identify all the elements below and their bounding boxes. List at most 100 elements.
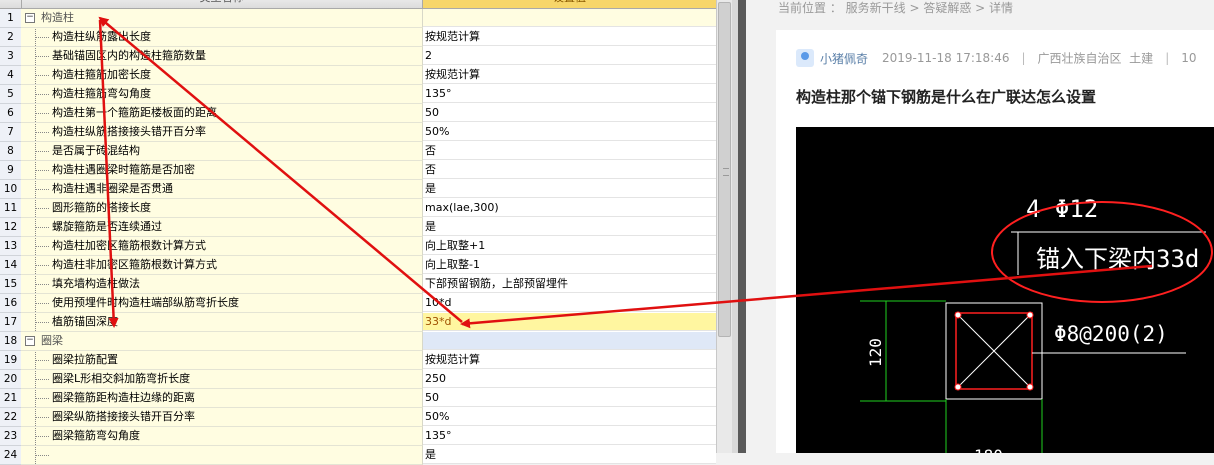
row-name-cell[interactable]: − 圈梁 bbox=[21, 332, 423, 351]
row-number[interactable]: 21 bbox=[0, 389, 22, 408]
row-number[interactable]: 13 bbox=[0, 237, 22, 256]
row-name-cell[interactable]: 构造柱纵筋露出长度 bbox=[21, 28, 423, 47]
row-value-cell[interactable]: max(lae,300) bbox=[423, 199, 716, 217]
header-name[interactable]: 类型名称 bbox=[21, 0, 423, 8]
header-value[interactable]: 设置值 bbox=[423, 0, 716, 8]
table-row[interactable]: 23 圈梁箍筋弯勾角度 135° bbox=[0, 427, 716, 446]
row-number[interactable]: 2 bbox=[0, 28, 22, 47]
row-name-cell[interactable]: 圈梁箍筋弯勾角度 bbox=[21, 427, 423, 446]
table-row[interactable]: 14 构造柱非加密区箍筋根数计算方式 向上取整-1 bbox=[0, 256, 716, 275]
row-number[interactable]: 20 bbox=[0, 370, 22, 389]
row-name-cell[interactable]: 使用预埋件时构造柱端部纵筋弯折长度 bbox=[21, 294, 423, 313]
table-row[interactable]: 22 圈梁纵筋搭接接头错开百分率 50% bbox=[0, 408, 716, 427]
row-value-cell[interactable]: 50 bbox=[423, 389, 716, 407]
vertical-scrollbar[interactable] bbox=[716, 0, 733, 453]
row-name-cell[interactable]: 填充墙构造柱做法 bbox=[21, 275, 423, 294]
row-value-cell[interactable]: 135° bbox=[423, 85, 716, 103]
row-value-cell[interactable]: 50% bbox=[423, 408, 716, 426]
scrollbar-thumb[interactable] bbox=[718, 2, 731, 337]
table-row[interactable]: 13 构造柱加密区箍筋根数计算方式 向上取整+1 bbox=[0, 237, 716, 256]
row-value-cell[interactable] bbox=[423, 9, 716, 27]
row-number[interactable]: 24 bbox=[0, 446, 22, 465]
table-row[interactable]: 12 螺旋箍筋是否连续通过 是 bbox=[0, 218, 716, 237]
row-value-cell[interactable]: 按规范计算 bbox=[423, 66, 716, 84]
row-value-cell[interactable]: 是 bbox=[423, 446, 716, 464]
row-name-cell[interactable]: − 构造柱 bbox=[21, 9, 423, 28]
row-number[interactable]: 18 bbox=[0, 332, 22, 351]
row-name-cell[interactable]: 圈梁纵筋搭接接头错开百分率 bbox=[21, 408, 423, 427]
row-value-cell[interactable]: 下部预留钢筋，上部预留埋件 bbox=[423, 275, 716, 293]
row-name-cell[interactable]: 构造柱遇非圈梁是否贯通 bbox=[21, 180, 423, 199]
row-name-cell[interactable]: 构造柱纵筋搭接接头错开百分率 bbox=[21, 123, 423, 142]
table-row[interactable]: 24 是 bbox=[0, 446, 716, 465]
row-name-cell[interactable]: 基础锚固区内的构造柱箍筋数量 bbox=[21, 47, 423, 66]
minus-box-icon[interactable]: − bbox=[25, 13, 35, 23]
row-value-cell[interactable]: 否 bbox=[423, 161, 716, 179]
row-name-cell[interactable]: 构造柱第一个箍筋距楼板面的距离 bbox=[21, 104, 423, 123]
row-number[interactable]: 22 bbox=[0, 408, 22, 427]
author-name[interactable]: 小猪佩奇 bbox=[820, 52, 868, 66]
row-name-cell[interactable]: 圆形箍筋的搭接长度 bbox=[21, 199, 423, 218]
group-row[interactable]: 1− 构造柱 bbox=[0, 9, 716, 28]
row-number[interactable]: 6 bbox=[0, 104, 22, 123]
breadcrumb[interactable]: 当前位置 ： 服务新干线 > 答疑解惑 > 详情 bbox=[778, 0, 1013, 16]
row-name-cell[interactable]: 圈梁拉筋配置 bbox=[21, 351, 423, 370]
row-name-cell[interactable]: 是否属于砖混结构 bbox=[21, 142, 423, 161]
row-name-cell[interactable]: 构造柱箍筋弯勾角度 bbox=[21, 85, 423, 104]
row-name-cell[interactable]: 圈梁L形相交斜加筋弯折长度 bbox=[21, 370, 423, 389]
row-number[interactable]: 10 bbox=[0, 180, 22, 199]
row-number[interactable]: 9 bbox=[0, 161, 22, 180]
table-row[interactable]: 11 圆形箍筋的搭接长度 max(lae,300) bbox=[0, 199, 716, 218]
avatar[interactable] bbox=[796, 49, 814, 67]
row-value-cell[interactable]: 向上取整-1 bbox=[423, 256, 716, 274]
row-value-cell[interactable]: 是 bbox=[423, 180, 716, 198]
row-name-cell[interactable]: 构造柱遇圈梁时箍筋是否加密 bbox=[21, 161, 423, 180]
row-value-cell[interactable]: 33*d bbox=[423, 313, 716, 331]
row-number[interactable]: 11 bbox=[0, 199, 22, 218]
row-name-cell[interactable]: 植筋锚固深度 bbox=[21, 313, 423, 332]
row-value-cell[interactable]: 按规范计算 bbox=[423, 351, 716, 369]
table-row[interactable]: 9 构造柱遇圈梁时箍筋是否加密 否 bbox=[0, 161, 716, 180]
group-row[interactable]: 18− 圈梁 bbox=[0, 332, 716, 351]
table-row[interactable]: 10 构造柱遇非圈梁是否贯通 是 bbox=[0, 180, 716, 199]
row-value-cell[interactable]: 是 bbox=[423, 218, 716, 236]
row-value-cell[interactable]: 50% bbox=[423, 123, 716, 141]
row-number[interactable]: 19 bbox=[0, 351, 22, 370]
row-name-cell[interactable]: 圈梁箍筋距构造柱边缘的距离 bbox=[21, 389, 423, 408]
table-row[interactable]: 7 构造柱纵筋搭接接头错开百分率 50% bbox=[0, 123, 716, 142]
row-value-cell[interactable]: 否 bbox=[423, 142, 716, 160]
row-value-cell[interactable]: 按规范计算 bbox=[423, 28, 716, 46]
row-number[interactable]: 7 bbox=[0, 123, 22, 142]
table-row[interactable]: 15 填充墙构造柱做法 下部预留钢筋，上部预留埋件 bbox=[0, 275, 716, 294]
row-number[interactable]: 15 bbox=[0, 275, 22, 294]
row-number[interactable]: 1 bbox=[0, 9, 22, 28]
table-row[interactable]: 21 圈梁箍筋距构造柱边缘的距离 50 bbox=[0, 389, 716, 408]
row-number[interactable]: 23 bbox=[0, 427, 22, 446]
row-name-cell[interactable]: 螺旋箍筋是否连续通过 bbox=[21, 218, 423, 237]
table-row[interactable]: 6 构造柱第一个箍筋距楼板面的距离 50 bbox=[0, 104, 716, 123]
row-value-cell[interactable]: 250 bbox=[423, 370, 716, 388]
row-name-cell[interactable]: 构造柱加密区箍筋根数计算方式 bbox=[21, 237, 423, 256]
row-number[interactable]: 14 bbox=[0, 256, 22, 275]
row-value-cell[interactable]: 10*d bbox=[423, 294, 716, 312]
table-row[interactable]: 16 使用预埋件时构造柱端部纵筋弯折长度 10*d bbox=[0, 294, 716, 313]
table-row[interactable]: 17 植筋锚固深度 33*d bbox=[0, 313, 716, 332]
minus-box-icon[interactable]: − bbox=[25, 336, 35, 346]
table-row[interactable]: 3 基础锚固区内的构造柱箍筋数量 2 bbox=[0, 47, 716, 66]
row-number[interactable]: 17 bbox=[0, 313, 22, 332]
table-row[interactable]: 4 构造柱箍筋加密长度 按规范计算 bbox=[0, 66, 716, 85]
row-name-cell[interactable]: 构造柱箍筋加密长度 bbox=[21, 66, 423, 85]
table-row[interactable]: 20 圈梁L形相交斜加筋弯折长度 250 bbox=[0, 370, 716, 389]
table-row[interactable]: 5 构造柱箍筋弯勾角度 135° bbox=[0, 85, 716, 104]
table-row[interactable]: 8 是否属于砖混结构 否 bbox=[0, 142, 716, 161]
row-number[interactable]: 16 bbox=[0, 294, 22, 313]
row-number[interactable]: 3 bbox=[0, 47, 22, 66]
row-value-cell[interactable]: 向上取整+1 bbox=[423, 237, 716, 255]
row-value-cell[interactable]: 135° bbox=[423, 427, 716, 445]
row-number[interactable]: 4 bbox=[0, 66, 22, 85]
table-row[interactable]: 19 圈梁拉筋配置 按规范计算 bbox=[0, 351, 716, 370]
row-value-cell[interactable]: 2 bbox=[423, 47, 716, 65]
row-value-cell[interactable]: 50 bbox=[423, 104, 716, 122]
row-number[interactable]: 5 bbox=[0, 85, 22, 104]
row-number[interactable]: 8 bbox=[0, 142, 22, 161]
